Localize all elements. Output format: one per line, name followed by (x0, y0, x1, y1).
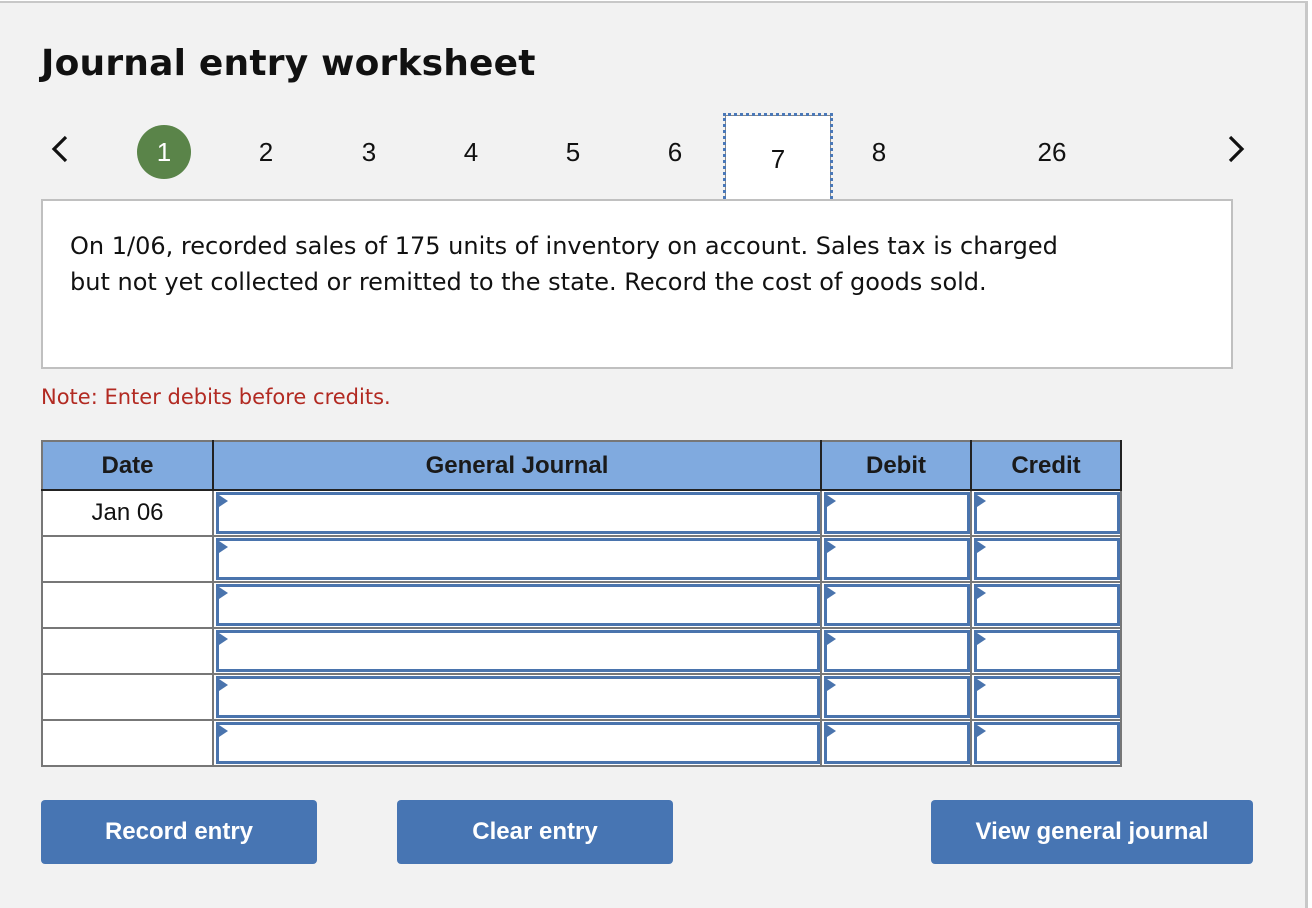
account-input[interactable] (216, 722, 820, 764)
debit-cell (820, 673, 972, 721)
credit-cell (970, 673, 1122, 721)
credit-cell (970, 627, 1122, 675)
dropdown-indicator-icon (974, 723, 986, 739)
step-8[interactable]: 8 (852, 127, 906, 177)
debit-input[interactable] (824, 722, 970, 764)
debit-input[interactable] (824, 630, 970, 672)
column-header-credit: Credit (970, 440, 1122, 491)
dropdown-indicator-icon (974, 631, 986, 647)
debit-cell (820, 489, 972, 537)
step-3[interactable]: 3 (342, 127, 396, 177)
account-cell (212, 535, 822, 583)
step-7[interactable]: 7 (723, 113, 833, 205)
dropdown-indicator-icon (216, 493, 228, 509)
debit-input[interactable] (824, 584, 970, 626)
column-header-general-journal: General Journal (212, 440, 822, 491)
date-cell (41, 719, 214, 767)
transaction-description: On 1/06, recorded sales of 175 units of … (70, 232, 1058, 296)
worksheet-panel: Journal entry worksheet 1 2 3 4 5 6 7 8 … (0, 1, 1308, 908)
credit-input[interactable] (974, 584, 1120, 626)
clear-entry-button[interactable]: Clear entry (397, 800, 673, 864)
debit-cell (820, 627, 972, 675)
account-input[interactable] (216, 538, 820, 580)
record-entry-button[interactable]: Record entry (41, 800, 317, 864)
step-1[interactable]: 1 (137, 125, 191, 179)
dropdown-indicator-icon (216, 723, 228, 739)
account-input[interactable] (216, 584, 820, 626)
debit-input[interactable] (824, 676, 970, 718)
credit-input[interactable] (974, 722, 1120, 764)
chevron-left-icon (51, 135, 68, 163)
date-cell: Jan 06 (41, 489, 214, 537)
table-row (41, 581, 1122, 629)
debit-input[interactable] (824, 492, 970, 534)
account-cell (212, 673, 822, 721)
table-row (41, 719, 1122, 767)
table-row (41, 627, 1122, 675)
prev-step-button[interactable] (48, 131, 72, 167)
date-cell (41, 581, 214, 629)
view-general-journal-button[interactable]: View general journal (931, 800, 1253, 864)
active-step-badge: 1 (137, 125, 191, 179)
step-6[interactable]: 6 (648, 127, 702, 177)
dropdown-indicator-icon (216, 539, 228, 555)
credit-input[interactable] (974, 538, 1120, 580)
account-cell (212, 489, 822, 537)
table-row: Jan 06 (41, 489, 1122, 537)
credit-input[interactable] (974, 630, 1120, 672)
account-input[interactable] (216, 630, 820, 672)
date-cell (41, 627, 214, 675)
dropdown-indicator-icon (216, 631, 228, 647)
account-input[interactable] (216, 676, 820, 718)
journal-entry-table: Date General Journal Debit Credit Jan 06 (41, 440, 1122, 767)
table-row (41, 673, 1122, 721)
credit-cell (970, 489, 1122, 537)
dropdown-indicator-icon (824, 585, 836, 601)
step-2[interactable]: 2 (239, 127, 293, 177)
dropdown-indicator-icon (216, 585, 228, 601)
debit-cell (820, 535, 972, 583)
step-26[interactable]: 26 (1025, 127, 1079, 177)
column-header-debit: Debit (820, 440, 972, 491)
transaction-description-box: On 1/06, recorded sales of 175 units of … (41, 199, 1233, 369)
next-step-button[interactable] (1224, 131, 1248, 167)
credit-cell (970, 719, 1122, 767)
dropdown-indicator-icon (824, 539, 836, 555)
credit-cell (970, 581, 1122, 629)
dropdown-indicator-icon (974, 585, 986, 601)
dropdown-indicator-icon (216, 677, 228, 693)
debit-cell (820, 719, 972, 767)
debit-cell (820, 581, 972, 629)
account-cell (212, 581, 822, 629)
debit-credit-note: Note: Enter debits before credits. (41, 385, 391, 409)
dropdown-indicator-icon (824, 677, 836, 693)
dropdown-indicator-icon (974, 539, 986, 555)
debit-input[interactable] (824, 538, 970, 580)
account-input[interactable] (216, 492, 820, 534)
table-header-row: Date General Journal Debit Credit (41, 440, 1122, 491)
dropdown-indicator-icon (824, 493, 836, 509)
table-row (41, 535, 1122, 583)
column-header-date: Date (41, 440, 214, 491)
credit-input[interactable] (974, 676, 1120, 718)
page-title: Journal entry worksheet (41, 43, 536, 84)
account-cell (212, 627, 822, 675)
dropdown-indicator-icon (974, 677, 986, 693)
dropdown-indicator-icon (974, 493, 986, 509)
step-5[interactable]: 5 (546, 127, 600, 177)
account-cell (212, 719, 822, 767)
step-4[interactable]: 4 (444, 127, 498, 177)
credit-input[interactable] (974, 492, 1120, 534)
dropdown-indicator-icon (824, 631, 836, 647)
date-cell (41, 535, 214, 583)
date-cell (41, 673, 214, 721)
chevron-right-icon (1228, 135, 1245, 163)
dropdown-indicator-icon (824, 723, 836, 739)
credit-cell (970, 535, 1122, 583)
